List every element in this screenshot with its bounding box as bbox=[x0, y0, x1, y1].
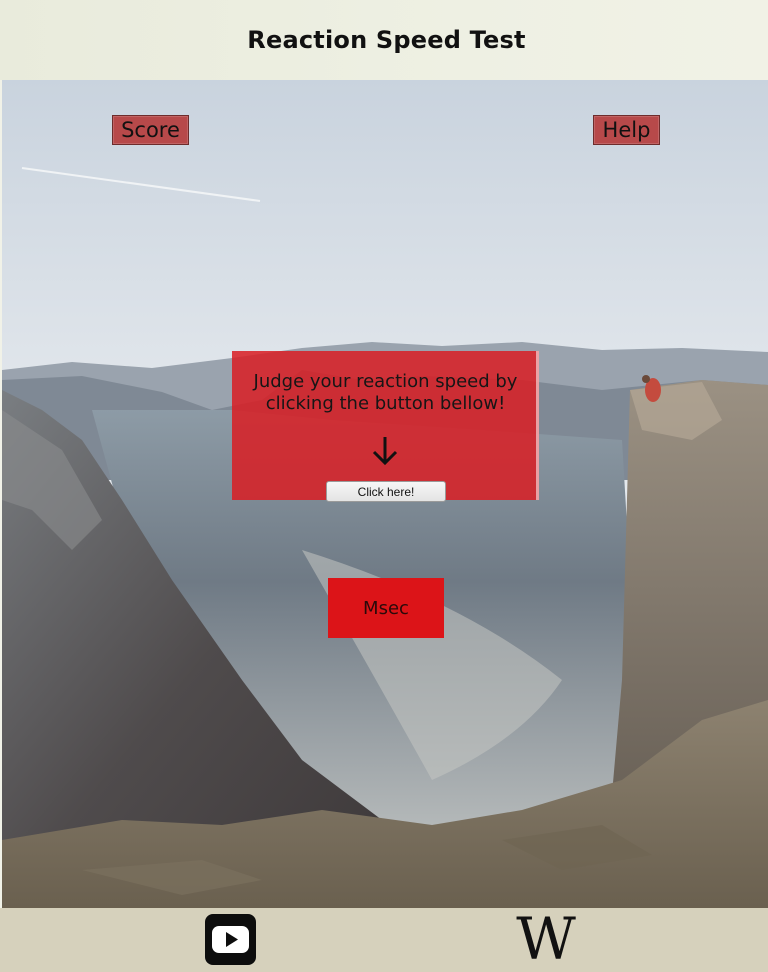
page: Reaction Speed Test Score Help Judge you… bbox=[0, 0, 768, 972]
score-button[interactable]: Score bbox=[112, 115, 189, 145]
footer-bar bbox=[0, 908, 768, 972]
instruction-line-2: clicking the button bellow! bbox=[265, 393, 506, 414]
click-here-button[interactable]: Click here! bbox=[326, 481, 446, 502]
page-title: Reaction Speed Test bbox=[247, 26, 526, 54]
wikipedia-icon[interactable]: W bbox=[502, 909, 584, 969]
help-button[interactable]: Help bbox=[593, 115, 660, 145]
instruction-line-1: Judge your reaction speed by bbox=[253, 371, 518, 392]
header-bar: Reaction Speed Test bbox=[0, 0, 768, 80]
msec-label: Msec bbox=[363, 597, 409, 619]
instruction-text: Judge your reaction speed by clicking th… bbox=[232, 371, 539, 415]
msec-result-box: Msec bbox=[328, 578, 444, 638]
instruction-panel: Judge your reaction speed by clicking th… bbox=[232, 351, 539, 500]
youtube-icon[interactable] bbox=[204, 913, 257, 966]
arrow-down-icon bbox=[372, 437, 398, 466]
